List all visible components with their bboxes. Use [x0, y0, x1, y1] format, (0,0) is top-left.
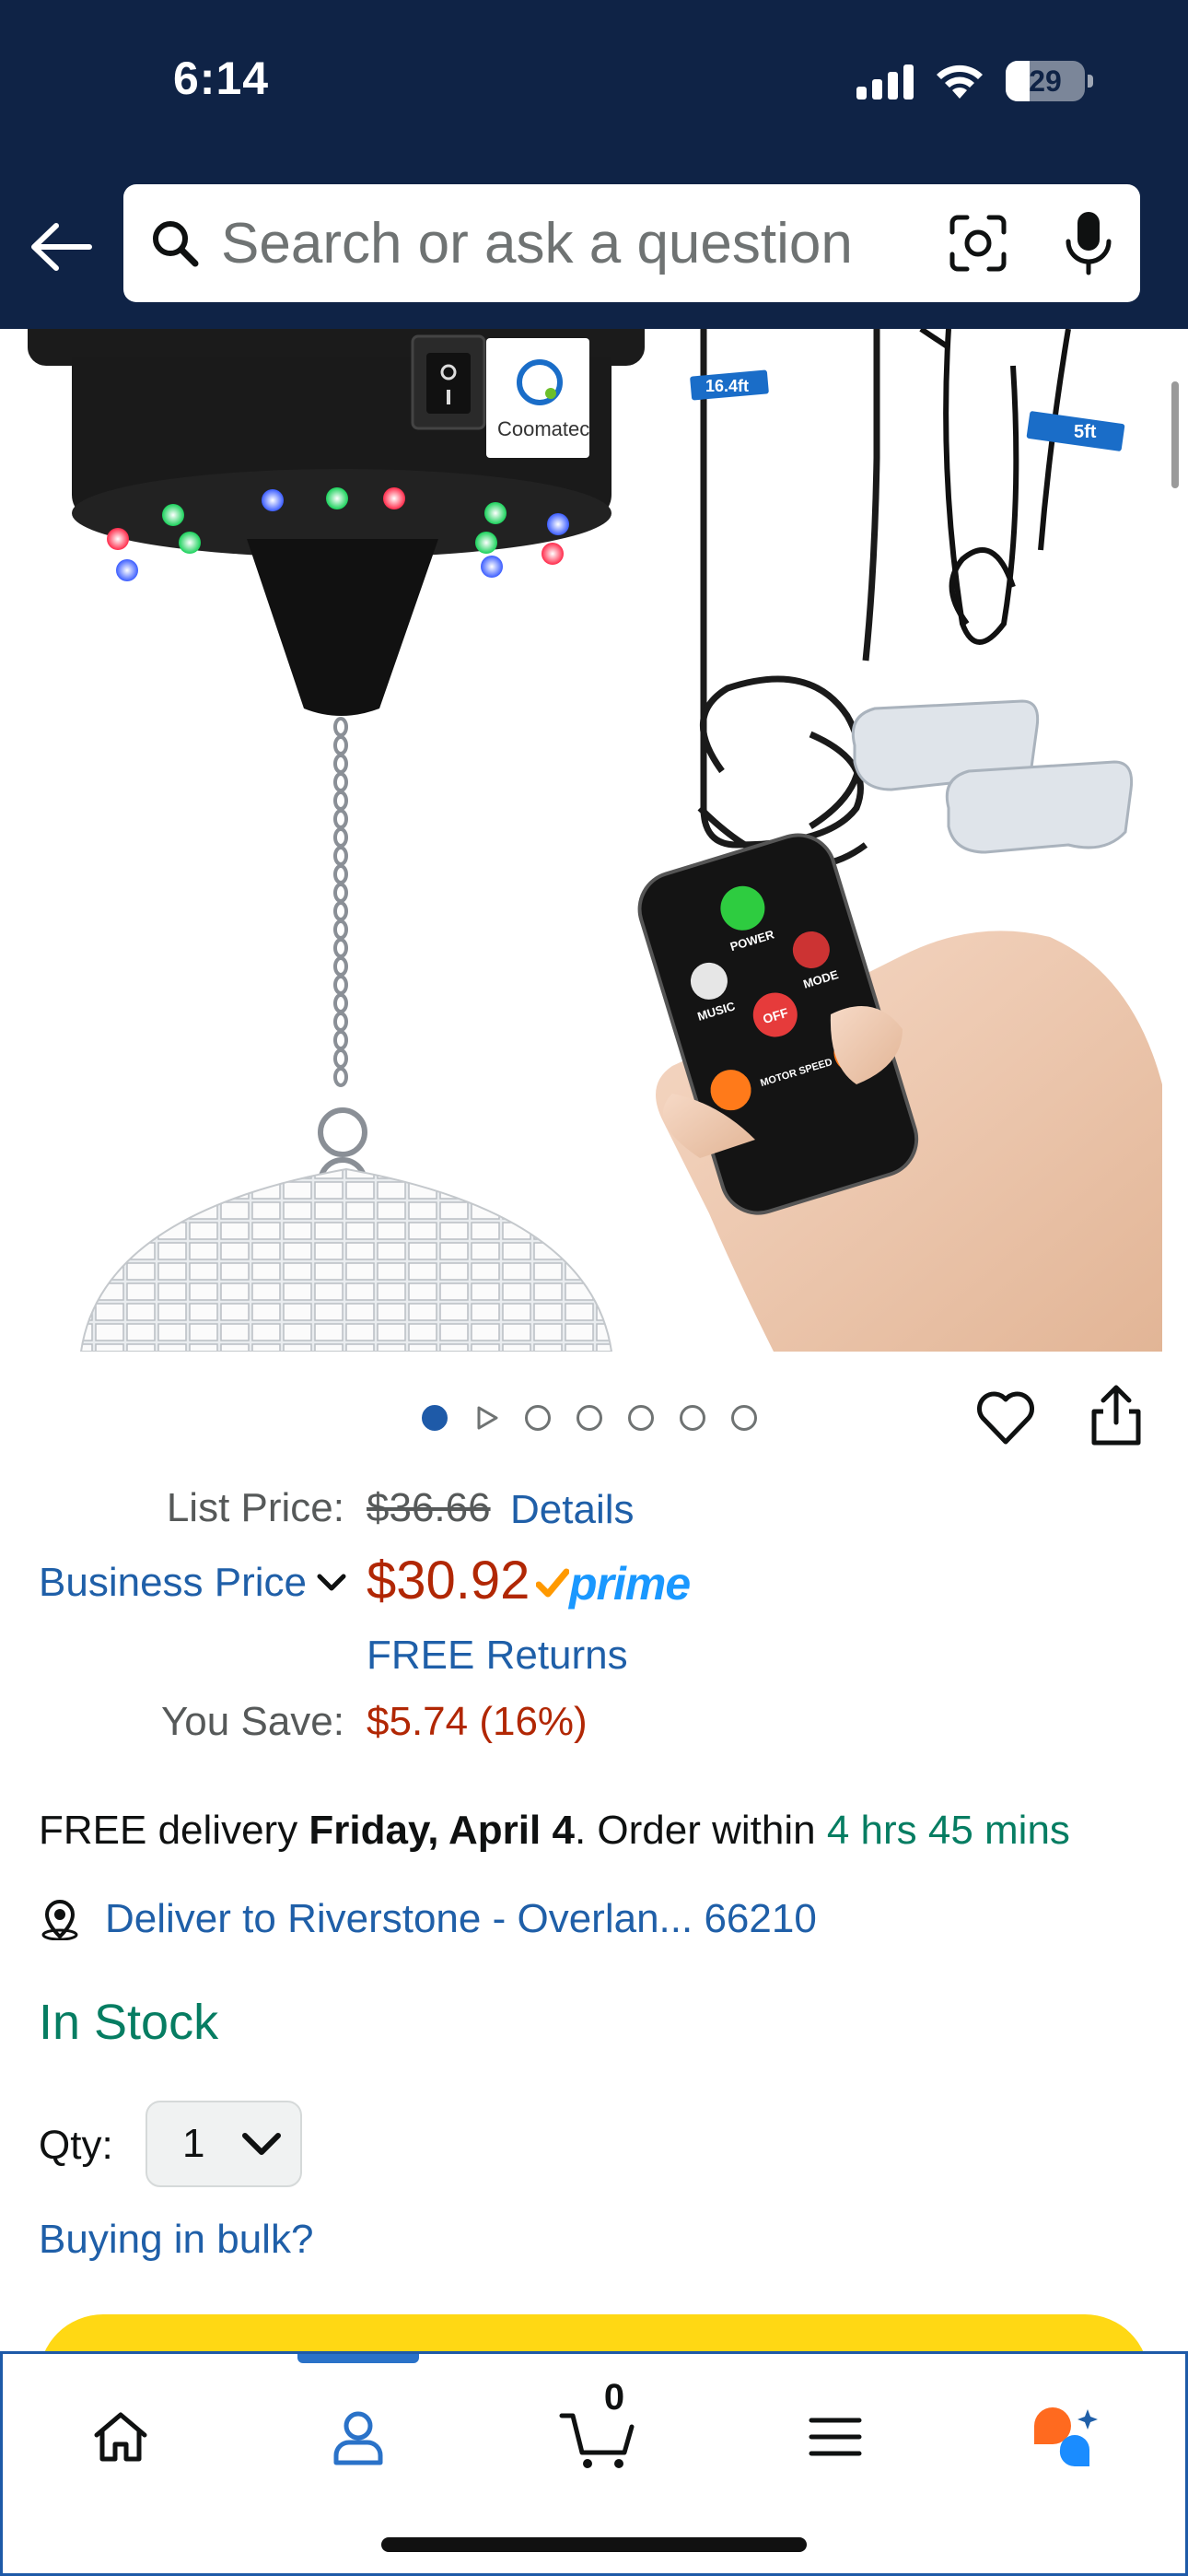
deliver-to-location[interactable]: Deliver to Riverstone - Overlan... 66210 — [39, 1896, 817, 1942]
back-arrow-icon — [31, 223, 92, 271]
image-carousel-dots — [422, 1405, 757, 1431]
home-indicator[interactable] — [381, 2537, 807, 2552]
rufus-icon — [1034, 2407, 1098, 2467]
cart-count-badge: 0 — [603, 2377, 625, 2418]
active-tab-indicator — [297, 2354, 419, 2363]
app-header: 6:14 29 — [0, 0, 1188, 329]
business-price-toggle[interactable]: Business Price — [39, 1560, 347, 1606]
free-returns-link[interactable]: FREE Returns — [367, 1633, 628, 1679]
location-pin-icon — [41, 1899, 78, 1940]
list-price-label: List Price: — [166, 1485, 344, 1530]
search-bar[interactable] — [123, 184, 1140, 302]
stock-status: In Stock — [39, 1995, 219, 2050]
prime-text: prime — [569, 1558, 691, 1610]
search-icon — [153, 221, 199, 267]
camera-lens-icon — [949, 215, 1007, 272]
page-scrollbar[interactable] — [1171, 381, 1179, 488]
cellular-signal-icon — [856, 63, 914, 100]
delivery-message: FREE delivery Friday, April 4. Order wit… — [39, 1808, 1070, 1854]
you-save-label: You Save: — [161, 1699, 344, 1744]
chevron-down-icon — [242, 2133, 282, 2155]
prime-check-icon — [536, 1568, 569, 1598]
cable-length-label-2: 5ft — [1074, 422, 1097, 442]
nav-menu[interactable] — [789, 2391, 881, 2483]
carousel-dot[interactable] — [525, 1405, 551, 1431]
home-icon — [94, 2412, 147, 2462]
carousel-dot[interactable] — [731, 1405, 757, 1431]
wishlist-heart-icon[interactable] — [974, 1387, 1037, 1449]
wifi-icon — [937, 64, 983, 99]
battery-level: 29 — [1029, 64, 1062, 98]
quantity-value: 1 — [182, 2121, 205, 2166]
nav-home[interactable] — [75, 2391, 167, 2483]
carousel-dot[interactable] — [628, 1405, 654, 1431]
account-icon — [333, 2411, 383, 2465]
camera-search-button[interactable] — [939, 210, 1017, 276]
nav-cart[interactable] — [552, 2391, 644, 2483]
microphone-icon — [1066, 212, 1112, 275]
delivery-date: Friday, April 4 — [309, 1808, 575, 1853]
delivery-middle: . Order within — [574, 1808, 827, 1853]
delivery-prefix: FREE delivery — [39, 1808, 309, 1853]
product-image[interactable]: Coomatec 16.4ft 5ft POWER MUSIC MODE OFF… — [0, 329, 1188, 1352]
brand-label: Coomatec — [497, 417, 589, 440]
status-icons: 29 — [856, 53, 1093, 109]
delivery-countdown: 4 hrs 45 mins — [826, 1808, 1070, 1853]
list-price-value: $36.66 — [367, 1485, 491, 1530]
prime-badge: prime — [536, 1557, 691, 1610]
you-save-value: $5.74 (16%) — [367, 1699, 588, 1744]
back-button[interactable] — [28, 214, 94, 280]
current-price: $30.92 — [367, 1551, 530, 1610]
carousel-dot-active[interactable] — [422, 1405, 448, 1431]
price-details-link[interactable]: Details — [510, 1487, 635, 1533]
nav-account[interactable] — [312, 2391, 404, 2483]
buying-in-bulk-link[interactable]: Buying in bulk? — [39, 2217, 313, 2263]
menu-icon — [809, 2418, 862, 2456]
quantity-select[interactable]: 1 — [146, 2101, 302, 2187]
cable-length-label-1: 16.4ft — [705, 377, 749, 395]
product-photo: Coomatec 16.4ft 5ft POWER MUSIC MODE OFF… — [28, 329, 1162, 1352]
status-time: 6:14 — [173, 53, 270, 104]
business-price-label: Business Price — [39, 1560, 308, 1605]
carousel-dot[interactable] — [577, 1405, 602, 1431]
voice-search-button[interactable] — [1055, 208, 1122, 278]
deliver-to-address: Deliver to Riverstone - Overlan... 66210 — [105, 1896, 817, 1941]
quantity-label: Qty: — [39, 2123, 113, 2168]
video-play-icon[interactable] — [473, 1405, 499, 1431]
nav-rufus[interactable] — [1019, 2391, 1112, 2483]
share-icon[interactable] — [1087, 1382, 1146, 1448]
chevron-down-icon — [317, 1574, 346, 1591]
battery-icon: 29 — [1006, 61, 1093, 101]
carousel-dot[interactable] — [680, 1405, 705, 1431]
search-input[interactable] — [221, 210, 903, 276]
